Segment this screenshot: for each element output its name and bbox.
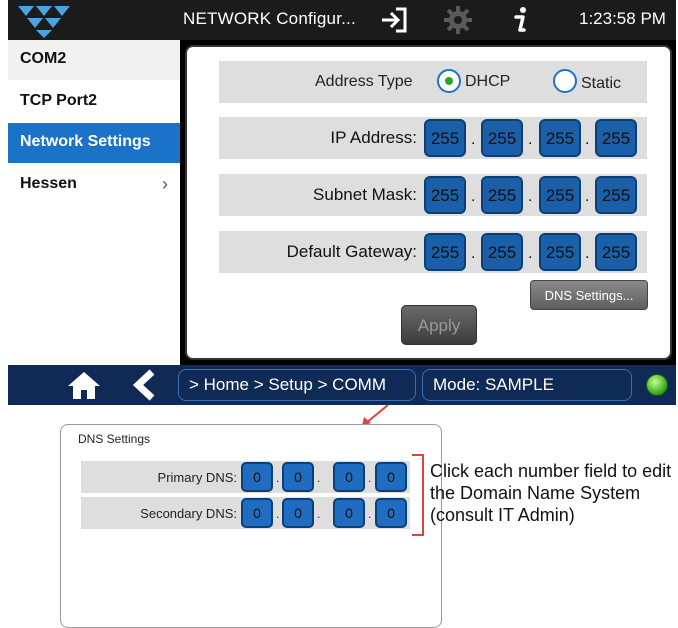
sign-in-icon[interactable] bbox=[378, 4, 410, 36]
ip-octet-field[interactable]: 255 bbox=[539, 119, 581, 157]
primary-dns-octet-field[interactable]: 0 bbox=[333, 462, 365, 492]
clock: 1:23:58 PM bbox=[579, 9, 666, 28]
subnet-octet-field[interactable]: 255 bbox=[595, 176, 637, 214]
octet-separator: . bbox=[528, 188, 533, 205]
apply-button[interactable]: Apply bbox=[401, 305, 477, 345]
dialog-title: DNS Settings bbox=[78, 432, 151, 446]
octet-separator: . bbox=[585, 131, 590, 148]
secondary-dns-octet-field[interactable]: 0 bbox=[375, 498, 407, 528]
secondary-dns-label: Secondary DNS: bbox=[140, 506, 237, 521]
network-settings-panel: Address Type DHCP Static IP Address: 255… bbox=[185, 45, 672, 360]
octet-separator: . bbox=[317, 471, 321, 485]
octet-separator: . bbox=[317, 507, 321, 521]
annotation-bracket bbox=[412, 454, 424, 536]
sidebar-item-label: Network Settings bbox=[20, 133, 151, 150]
primary-dns-row: Primary DNS: 0 . 0 . 0 . 0 bbox=[81, 461, 410, 493]
sidebar-item-hessen[interactable]: Hessen › bbox=[8, 165, 180, 205]
dns-settings-button[interactable]: DNS Settings... bbox=[530, 280, 648, 310]
subnet-octet-field[interactable]: 255 bbox=[424, 176, 466, 214]
default-gateway-label: Default Gateway: bbox=[286, 242, 417, 261]
sidebar-item-tcp-port2[interactable]: TCP Port2 bbox=[8, 82, 180, 122]
bottom-bar: > Home > Setup > COMM Mode: SAMPLE bbox=[8, 365, 676, 405]
ip-octet-field[interactable]: 255 bbox=[481, 119, 523, 157]
sidebar-item-label: COM2 bbox=[20, 50, 67, 67]
ip-octet-field[interactable]: 255 bbox=[424, 119, 466, 157]
dns-settings-dialog: DNS Settings Primary DNS: 0 . 0 . 0 . 0 … bbox=[60, 424, 442, 628]
subnet-octet-field[interactable]: 255 bbox=[481, 176, 523, 214]
sidebar: COM2 TCP Port2 Network Settings Hessen › bbox=[8, 40, 180, 365]
octet-separator: . bbox=[471, 188, 476, 205]
octet-separator: . bbox=[276, 471, 280, 485]
status-led-icon bbox=[646, 374, 668, 396]
octet-separator: . bbox=[276, 507, 280, 521]
secondary-dns-octet-field[interactable]: 0 bbox=[333, 498, 365, 528]
address-type-label: Address Type bbox=[315, 73, 413, 90]
octet-separator: . bbox=[585, 245, 590, 262]
primary-dns-octet-field[interactable]: 0 bbox=[375, 462, 407, 492]
subnet-mask-label: Subnet Mask: bbox=[313, 185, 417, 204]
dhcp-radio[interactable] bbox=[437, 69, 461, 93]
mode-indicator: Mode: SAMPLE bbox=[422, 369, 632, 401]
logo-icon bbox=[18, 6, 70, 38]
gateway-octet-field[interactable]: 255 bbox=[424, 233, 466, 271]
primary-dns-octet-field[interactable]: 0 bbox=[241, 462, 273, 492]
sidebar-item-label: TCP Port2 bbox=[20, 92, 98, 109]
gateway-octet-field[interactable]: 255 bbox=[595, 233, 637, 271]
page-title: NETWORK Configur... bbox=[183, 9, 356, 28]
static-label: Static bbox=[581, 75, 622, 92]
secondary-dns-row: Secondary DNS: 0 . 0 . 0 . 0 bbox=[81, 497, 410, 529]
breadcrumb[interactable]: > Home > Setup > COMM bbox=[178, 369, 416, 401]
subnet-octet-field[interactable]: 255 bbox=[539, 176, 581, 214]
octet-separator: . bbox=[585, 188, 590, 205]
octet-separator: . bbox=[528, 131, 533, 148]
chevron-right-icon: › bbox=[162, 174, 168, 194]
octet-separator: . bbox=[471, 245, 476, 262]
octet-separator: . bbox=[528, 245, 533, 262]
top-bar: NETWORK Configur... 1:23:58 PM bbox=[8, 0, 676, 40]
octet-separator: . bbox=[368, 507, 372, 521]
static-radio[interactable] bbox=[553, 69, 577, 93]
ip-address-label: IP Address: bbox=[330, 128, 417, 147]
annotation-text: Click each number field to edit the Doma… bbox=[430, 461, 672, 525]
sidebar-item-com2[interactable]: COM2 bbox=[8, 40, 180, 80]
primary-dns-octet-field[interactable]: 0 bbox=[282, 462, 314, 492]
octet-separator: . bbox=[368, 471, 372, 485]
dhcp-label: DHCP bbox=[465, 73, 511, 90]
address-type-row: Address Type DHCP Static bbox=[219, 61, 647, 103]
ip-octet-field[interactable]: 255 bbox=[595, 119, 637, 157]
secondary-dns-octet-field[interactable]: 0 bbox=[241, 498, 273, 528]
info-icon[interactable] bbox=[505, 4, 537, 36]
secondary-dns-octet-field[interactable]: 0 bbox=[282, 498, 314, 528]
octet-separator: . bbox=[471, 131, 476, 148]
device-screen: NETWORK Configur... 1:23:58 PM COM2 TCP … bbox=[8, 0, 676, 405]
subnet-mask-row: Subnet Mask: 255 . 255 . 255 . 255 bbox=[219, 174, 647, 216]
gear-icon[interactable] bbox=[442, 4, 474, 36]
back-icon[interactable] bbox=[130, 369, 160, 401]
gateway-octet-field[interactable]: 255 bbox=[481, 233, 523, 271]
sidebar-item-network-settings[interactable]: Network Settings bbox=[8, 123, 180, 163]
primary-dns-label: Primary DNS: bbox=[157, 470, 237, 485]
gateway-octet-field[interactable]: 255 bbox=[539, 233, 581, 271]
home-icon[interactable] bbox=[66, 370, 102, 400]
ip-address-row: IP Address: 255 . 255 . 255 . 255 bbox=[219, 117, 647, 159]
default-gateway-row: Default Gateway: 255 . 255 . 255 . 255 bbox=[219, 231, 647, 273]
sidebar-item-label: Hessen bbox=[20, 175, 77, 192]
